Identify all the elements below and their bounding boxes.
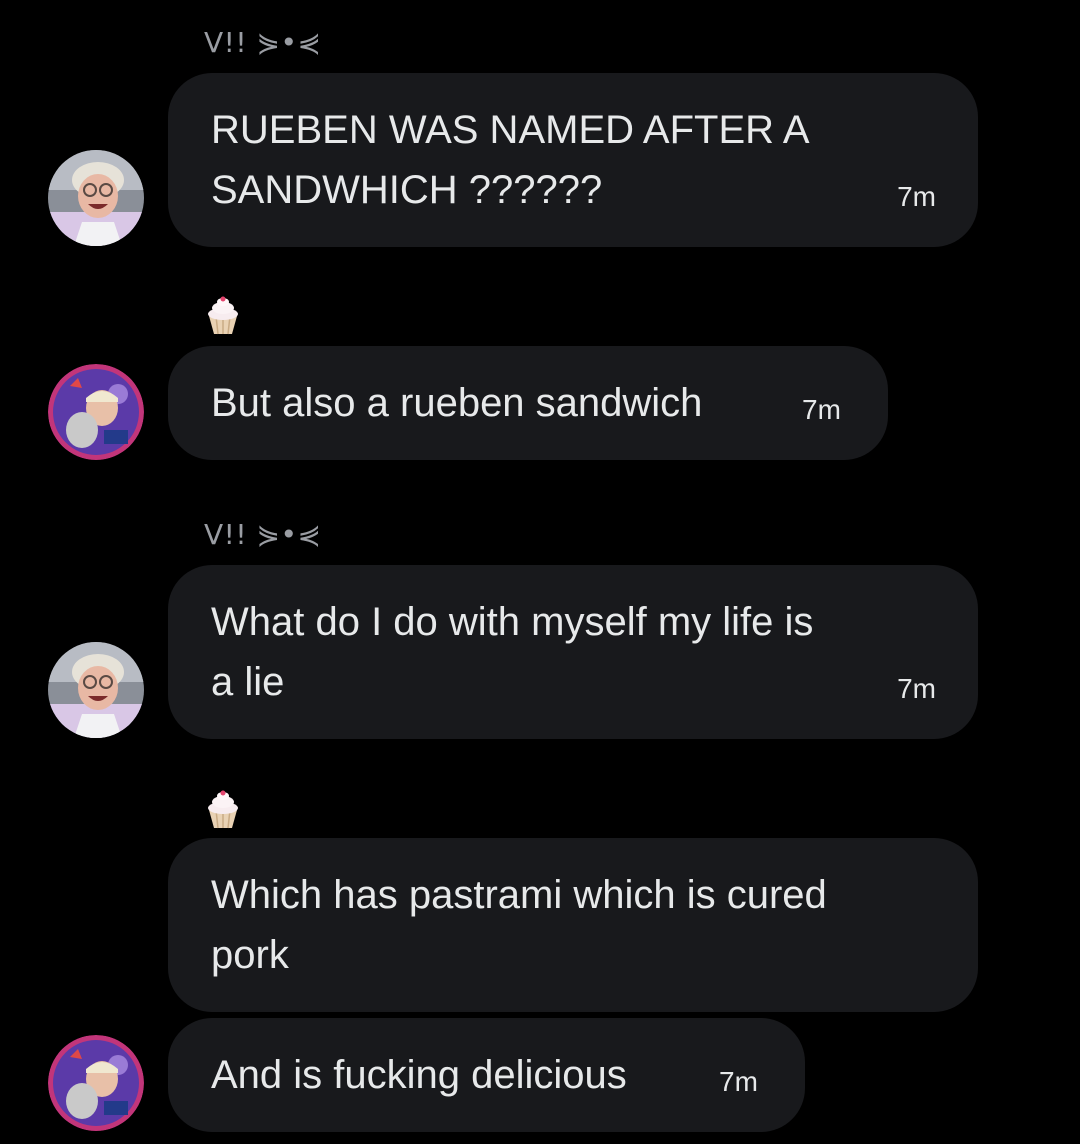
sender-name: V!! ⋟•⋞: [204, 26, 322, 59]
message-timestamp: 7m: [897, 181, 936, 212]
message-text: But also a rueben sandwich: [211, 381, 703, 425]
cupcake-icon: [205, 790, 241, 830]
sender-name: V!! ⋟•⋞: [204, 518, 322, 551]
message-timestamp: 7m: [802, 394, 841, 425]
message-text: Which has pastrami which is cured pork: [211, 873, 827, 977]
avatar-v[interactable]: [48, 642, 144, 738]
message-bubble[interactable]: RUEBEN WAS NAMED AFTER A SANDWHICH ?????…: [168, 73, 978, 247]
message-text: And is fucking delicious: [211, 1053, 627, 1097]
message-bubble[interactable]: What do I do with myself my life is a li…: [168, 565, 978, 739]
avatar-photo-icon: [48, 150, 144, 246]
message-bubble[interactable]: Which has pastrami which is cured pork: [168, 838, 978, 1012]
avatar-photo-icon: [48, 642, 144, 738]
message-text: What do I do with myself my life is a li…: [211, 600, 814, 704]
avatar-photo-icon: [48, 364, 144, 460]
message-timestamp: 7m: [897, 673, 936, 704]
avatar-cupcake[interactable]: [48, 364, 144, 460]
avatar-cupcake[interactable]: [48, 1035, 144, 1131]
message-bubble[interactable]: And is fucking delicious 7m: [168, 1018, 805, 1132]
avatar-photo-icon: [48, 1035, 144, 1131]
cupcake-icon: [205, 296, 241, 336]
message-bubble[interactable]: But also a rueben sandwich 7m: [168, 346, 888, 460]
avatar-v[interactable]: [48, 150, 144, 246]
message-timestamp: 7m: [719, 1066, 758, 1097]
message-text: RUEBEN WAS NAMED AFTER A SANDWHICH ?????…: [211, 108, 810, 212]
